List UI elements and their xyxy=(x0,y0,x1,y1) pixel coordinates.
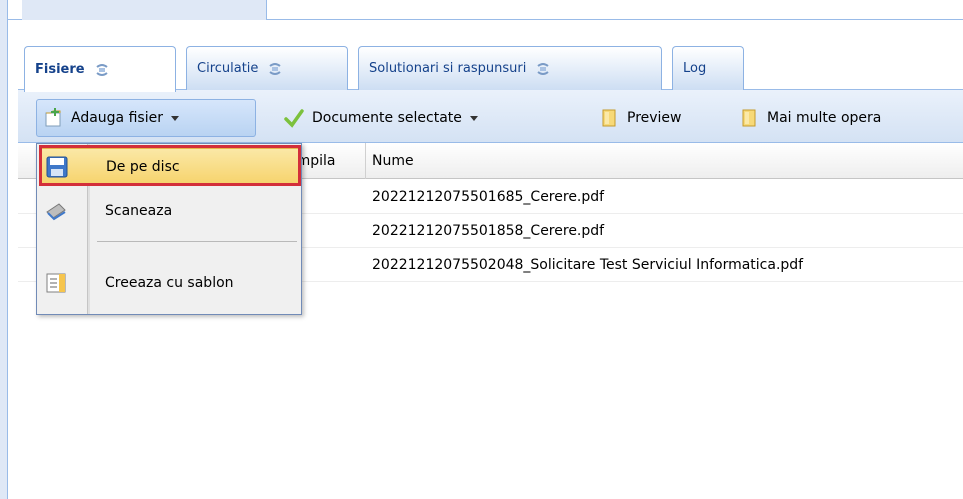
tab-label: Solutionari si raspunsuri xyxy=(369,61,527,76)
document-icon xyxy=(742,109,756,127)
top-strip xyxy=(8,0,963,20)
selected-documents-button[interactable]: Documente selectate xyxy=(278,99,484,137)
menu-item-label: Creeaza cu sablon xyxy=(105,275,234,291)
refresh-icon xyxy=(269,62,282,75)
file-name-cell: 20221212075501858_Cerere.pdf xyxy=(372,223,605,239)
tab-label: Circulatie xyxy=(197,61,259,76)
preview-label: Preview xyxy=(627,110,682,126)
add-file-dropdown-menu: De pe disc Scaneaza Creeaza cu sablon xyxy=(36,143,302,315)
file-name-cell: 20221212075502048_Solicitare Test Servic… xyxy=(372,257,804,273)
chevron-down-icon xyxy=(170,115,179,121)
template-icon xyxy=(46,273,66,293)
scanner-icon xyxy=(46,203,66,221)
tab-strip: Fisiere Circulatie Solutionari si raspun… xyxy=(18,36,963,92)
selected-documents-label: Documente selectate xyxy=(312,110,462,126)
tab-log[interactable]: Log xyxy=(672,46,744,90)
menu-item-label: Scaneaza xyxy=(105,203,173,219)
top-tab[interactable] xyxy=(22,0,267,20)
file-name-cell: 20221212075501685_Cerere.pdf xyxy=(372,189,605,205)
tab-fisiere[interactable]: Fisiere xyxy=(24,46,176,92)
more-operations-label: Mai multe opera xyxy=(767,110,882,126)
menu-item-from-disk[interactable]: De pe disc xyxy=(39,148,299,186)
column-header-nume[interactable]: Nume xyxy=(366,143,963,179)
toolbar: Adauga fisier Documente selectate Previe… xyxy=(18,90,963,143)
preview-button[interactable]: Preview xyxy=(593,99,688,137)
more-operations-button[interactable]: Mai multe opera xyxy=(733,99,887,137)
checkmark-icon xyxy=(284,109,304,128)
menu-item-scan[interactable]: Scaneaza xyxy=(39,192,299,230)
tab-circulatie[interactable]: Circulatie xyxy=(186,46,348,90)
refresh-icon xyxy=(95,63,108,76)
menu-item-label: De pe disc xyxy=(106,159,180,175)
menu-separator xyxy=(97,241,297,242)
add-file-label: Adauga fisier xyxy=(71,110,163,126)
document-icon xyxy=(602,109,616,127)
tab-label: Fisiere xyxy=(35,62,85,77)
add-file-icon xyxy=(45,108,61,127)
menu-item-create-from-template[interactable]: Creeaza cu sablon xyxy=(39,264,299,302)
tab-label: Log xyxy=(683,61,707,76)
left-panel-border xyxy=(0,0,8,499)
column-header-label: Nume xyxy=(372,153,414,169)
floppy-disk-icon xyxy=(46,156,68,178)
refresh-icon xyxy=(537,62,549,75)
chevron-down-icon xyxy=(469,115,478,121)
tab-solutionari[interactable]: Solutionari si raspunsuri xyxy=(358,46,662,90)
add-file-button[interactable]: Adauga fisier xyxy=(36,99,256,137)
